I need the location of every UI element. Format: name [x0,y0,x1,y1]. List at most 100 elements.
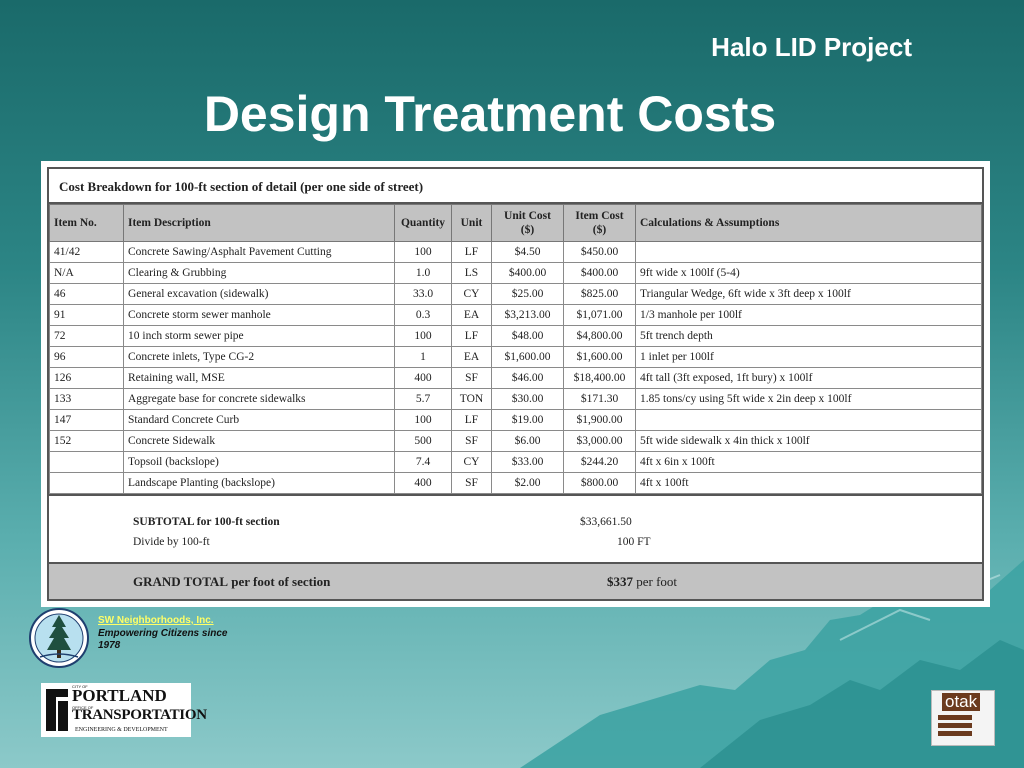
cell-item-cost: $400.00 [563,262,636,284]
cell-quantity: 500 [394,430,452,452]
cell-unit: LF [451,241,492,263]
col-header-item-cost: Item Cost ($) [563,204,636,242]
pbot-engineering: ENGINEERING & DEVELOPMENT [75,727,168,733]
table-row: Landscape Planting (backslope) 400 SF $2.00… [49,472,982,494]
grand-total-label: GRAND TOTAL per foot of section [133,574,330,590]
cell-calculations: 1.85 tons/cy using 5ft wide x 2in deep x… [635,388,982,410]
cell-item-cost: $1,900.00 [563,409,636,431]
table-caption: Cost Breakdown for 100-ft section of det… [49,169,982,204]
cell-item-no: 96 [49,346,124,368]
cell-item-cost: $244.20 [563,451,636,473]
cell-item-cost: $800.00 [563,472,636,494]
pbot-portland: PORTLAND [72,686,167,705]
table-row: 46 General excavation (sidewalk) 33.0 CY $25… [49,283,982,305]
grand-total-amount: $337 [607,574,633,589]
cell-calculations: Triangular Wedge, 6ft wide x 3ft deep x … [635,283,982,305]
grand-total-prefix: GRAND TOTAL [133,574,228,589]
cell-unit: EA [451,304,492,326]
divide-label: Divide by 100-ft [133,536,210,548]
otak-wordmark: otak [942,693,981,711]
cell-calculations [635,409,982,431]
cell-item-no [49,451,124,473]
cell-unit-cost: $400.00 [491,262,564,284]
cell-unit: TON [451,388,492,410]
cell-item-cost: $1,071.00 [563,304,636,326]
table-row: 133 Aggregate base for concrete sidewalks… [49,388,982,410]
portland-transportation-logo: CITY OF PORTLAND OFFICE OF TRANSPORTATIO… [41,683,207,737]
cell-unit-cost: $19.00 [491,409,564,431]
grand-total-block: GRAND TOTAL per foot of section $337 per… [49,564,982,599]
divide-value: 100 FT [617,536,651,548]
cell-description: Landscape Planting (backslope) [123,472,395,494]
cell-description: Retaining wall, MSE [123,367,395,389]
cell-item-no: 133 [49,388,124,410]
cell-calculations: 5ft trench depth [635,325,982,347]
pbot-transportation: TRANSPORTATION [72,707,207,723]
cell-unit-cost: $4.50 [491,241,564,263]
table-row: 91 Concrete storm sewer manhole 0.3 EA $3,21… [49,304,982,326]
col-header-description: Item Description [123,204,395,242]
subtotal-value: $33,661.50 [580,516,632,528]
cell-quantity: 33.0 [394,283,452,305]
cell-quantity: 7.4 [394,451,452,473]
cell-quantity: 400 [394,472,452,494]
table-body: 41/42 Concrete Sawing/Asphalt Pavement Cu… [49,241,982,494]
cell-quantity: 400 [394,367,452,389]
table-row: 41/42 Concrete Sawing/Asphalt Pavement Cu… [49,241,982,263]
cell-description: Concrete Sawing/Asphalt Pavement Cutting [123,241,395,263]
project-title: Halo LID Project [711,32,912,62]
cell-calculations: 1 inlet per 100lf [635,346,982,368]
cell-unit: LS [451,262,492,284]
cell-unit-cost: $30.00 [491,388,564,410]
cell-item-cost: $825.00 [563,283,636,305]
cell-item-no: N/A [49,262,124,284]
cell-calculations [635,241,982,263]
table-row: N/A Clearing & Grubbing 1.0 LS $400.00 $400.0… [49,262,982,284]
cell-quantity: 100 [394,409,452,431]
cell-calculations: 4ft x 100ft [635,472,982,494]
cell-quantity: 5.7 [394,388,452,410]
cell-item-cost: $18,400.00 [563,367,636,389]
cost-table-panel: Cost Breakdown for 100-ft section of det… [41,161,990,607]
cell-unit: SF [451,472,492,494]
table-row: 72 10 inch storm sewer pipe 100 LF $48.00 $4,… [49,325,982,347]
cell-item-no: 46 [49,283,124,305]
cell-calculations: 9ft wide x 100lf (5-4) [635,262,982,284]
cell-calculations: 1/3 manhole per 100lf [635,304,982,326]
subtotal-block: SUBTOTAL for 100-ft section $33,661.50 D… [49,494,982,564]
grand-total-value: $337 per foot [607,574,677,590]
cell-calculations: 4ft x 6in x 100ft [635,451,982,473]
table-row: 96 Concrete inlets, Type CG-2 1 EA $1,600.00… [49,346,982,368]
cell-quantity: 1 [394,346,452,368]
swni-tagline: Empowering Citizens since 1978 [98,627,228,652]
col-header-unit-cost: Unit Cost ($) [491,204,564,242]
swni-tree-logo-icon [29,608,89,668]
cell-unit-cost: $48.00 [491,325,564,347]
swni-caption: SW Neighborhoods, Inc. Empowering Citize… [98,615,238,653]
subtotal-label: SUBTOTAL for 100-ft section [133,516,280,528]
cost-table: Cost Breakdown for 100-ft section of det… [47,167,984,601]
cell-item-no: 41/42 [49,241,124,263]
cell-unit-cost: $3,213.00 [491,304,564,326]
cell-description: 10 inch storm sewer pipe [123,325,395,347]
cell-unit-cost: $6.00 [491,430,564,452]
cell-description: Concrete storm sewer manhole [123,304,395,326]
table-row: 147 Standard Concrete Curb 100 LF $19.00 $1,9… [49,409,982,431]
cell-unit: EA [451,346,492,368]
col-header-quantity: Quantity [394,204,452,242]
cell-item-cost: $4,800.00 [563,325,636,347]
cell-unit: LF [451,409,492,431]
otak-logo: otak [931,690,995,746]
cell-item-cost: $450.00 [563,241,636,263]
col-header-item-no: Item No. [49,204,124,242]
grand-total-suffix: per foot of section [231,574,331,589]
cell-unit: CY [451,451,492,473]
col-header-calculations: Calculations & Assumptions [635,204,982,242]
pbot-emblem-icon [46,689,68,731]
cell-unit: LF [451,325,492,347]
cell-item-no [49,472,124,494]
table-header-row: Item No. Item Description Quantity Unit … [49,204,982,242]
swni-link[interactable]: SW Neighborhoods, Inc. [98,615,238,628]
otak-bar-2 [938,723,972,728]
cell-item-cost: $3,000.00 [563,430,636,452]
